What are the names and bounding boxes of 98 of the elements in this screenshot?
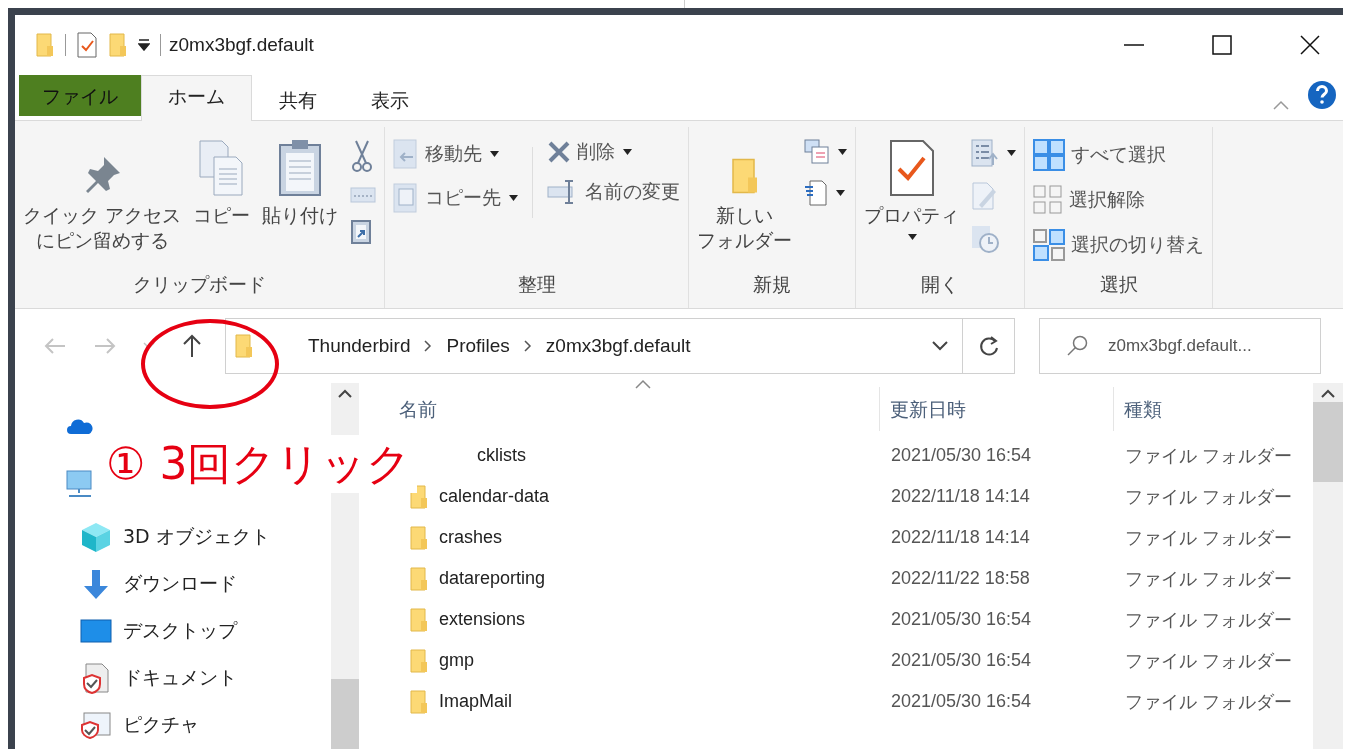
column-header[interactable]: 名前 bbox=[359, 387, 879, 431]
scissors-icon[interactable] bbox=[350, 139, 375, 173]
chevron-up-icon bbox=[1321, 389, 1335, 398]
picture-icon bbox=[79, 710, 113, 739]
checked-document-icon[interactable] bbox=[76, 31, 98, 59]
table-cell-text: 2022/11/22 18:58 bbox=[890, 568, 1031, 589]
chevron-down-icon[interactable] bbox=[932, 341, 949, 351]
collapse-ribbon-icon[interactable] bbox=[1273, 100, 1289, 110]
folder-icon bbox=[409, 524, 429, 551]
address-bar[interactable]: Thunderbird Profiles z0mx3bgf.default bbox=[225, 318, 964, 374]
table-cell-text: ファイル フォルダー bbox=[1124, 526, 1293, 550]
file-name[interactable]: datareporting bbox=[439, 568, 546, 589]
search-box[interactable]: z0mx3bgf.default... bbox=[1039, 318, 1321, 374]
clipboard-icon bbox=[278, 137, 323, 197]
shortcut-paste-icon[interactable] bbox=[350, 217, 373, 245]
ribbon-button[interactable] bbox=[802, 137, 850, 167]
scrollbar-thumb[interactable] bbox=[1313, 402, 1343, 482]
move-to-icon bbox=[393, 139, 420, 169]
select-none-icon bbox=[1033, 185, 1064, 215]
file-name[interactable]: calendar-data bbox=[439, 486, 550, 507]
column-header[interactable]: 更新日時 bbox=[879, 387, 1113, 431]
ribbon-tab[interactable]: 表示 bbox=[344, 79, 436, 120]
sort-ascending-icon bbox=[635, 379, 651, 389]
ribbon-button[interactable]: 選択解除 bbox=[1031, 183, 1207, 217]
table-cell-text: ファイル フォルダー bbox=[1124, 608, 1293, 632]
ribbon-button[interactable]: コピー先 bbox=[391, 181, 521, 215]
ribbon-button[interactable]: 貼り付け bbox=[260, 131, 341, 268]
group-label: クリップボード bbox=[132, 272, 267, 297]
breadcrumb[interactable]: Profiles bbox=[446, 335, 510, 357]
chevron-right-icon[interactable] bbox=[424, 340, 433, 352]
select-all-icon bbox=[1033, 139, 1066, 171]
refresh-icon bbox=[977, 335, 1000, 357]
ribbon-button[interactable]: 移動先 bbox=[391, 137, 521, 171]
ribbon-button[interactable]: 新しい フォルダー bbox=[695, 131, 795, 268]
folder-icon bbox=[409, 606, 429, 633]
help-icon[interactable] bbox=[1307, 80, 1337, 110]
group-label: 開く bbox=[920, 272, 961, 297]
table-cell-text: 2021/05/30 16:54 bbox=[890, 650, 1033, 671]
ribbon-button[interactable]: 選択の切り替え bbox=[1031, 227, 1207, 263]
easy-access-icon bbox=[804, 179, 829, 207]
ribbon-tab[interactable]: ホーム bbox=[141, 75, 252, 121]
folder-icon bbox=[234, 333, 254, 359]
table-cell-text: ファイル フォルダー bbox=[1124, 649, 1293, 673]
customize-caret-icon[interactable] bbox=[138, 39, 150, 51]
copy-icon bbox=[197, 139, 246, 197]
table-cell-text: 2022/11/18 14:14 bbox=[890, 486, 1031, 507]
group-label: 新規 bbox=[752, 272, 793, 297]
ribbon-button[interactable]: すべて選択 bbox=[1031, 137, 1207, 173]
list-icon bbox=[971, 139, 1000, 167]
breadcrumb[interactable]: z0mx3bgf.default bbox=[545, 335, 691, 357]
table-cell-text: 2021/05/30 16:54 bbox=[890, 609, 1033, 630]
table-cell-text: 2021/05/30 16:54 bbox=[890, 445, 1033, 466]
nav-item[interactable]: ダウンロード bbox=[63, 560, 331, 607]
table-cell-text: ファイル フォルダー bbox=[1124, 690, 1293, 714]
copy-to-icon bbox=[393, 183, 420, 213]
breadcrumb[interactable]: Thunderbird bbox=[308, 335, 411, 357]
nav-item[interactable]: ドキュメント bbox=[63, 654, 331, 701]
file-name[interactable]: ImapMail bbox=[439, 691, 513, 712]
chevron-up-icon bbox=[338, 389, 352, 398]
group-label: 選択 bbox=[1098, 272, 1139, 297]
ribbon-tab[interactable]: 共有 bbox=[252, 79, 344, 120]
delete-icon bbox=[547, 140, 572, 164]
chevron-right-icon[interactable] bbox=[523, 340, 532, 352]
ribbon-button[interactable]: プロパティ bbox=[862, 131, 962, 268]
file-name[interactable]: extensions bbox=[439, 609, 526, 630]
ribbon-button[interactable]: 名前の変更 bbox=[545, 177, 683, 207]
checked-document-icon bbox=[888, 139, 935, 197]
nav-item[interactable]: デスクトップ bbox=[63, 607, 331, 654]
ribbon-button[interactable]: コピー bbox=[191, 131, 253, 268]
ribbon-button[interactable]: 削除 bbox=[545, 137, 683, 167]
folder-icon bbox=[409, 688, 429, 715]
close-icon[interactable] bbox=[1299, 34, 1321, 56]
file-tab[interactable]: ファイル bbox=[19, 75, 141, 116]
table-cell-text: ファイル フォルダー bbox=[1124, 485, 1293, 509]
maximize-icon[interactable] bbox=[1211, 34, 1233, 56]
nav-item[interactable]: 3D オブジェクト bbox=[63, 513, 331, 560]
refresh-button[interactable] bbox=[962, 318, 1015, 374]
file-name[interactable]: crashes bbox=[439, 527, 503, 548]
cube-icon bbox=[79, 520, 113, 553]
file-name[interactable]: cklists bbox=[477, 445, 526, 466]
table-cell-text: 2022/11/18 14:14 bbox=[890, 527, 1031, 548]
group-label: 整理 bbox=[516, 272, 557, 297]
desktop-icon bbox=[79, 618, 113, 643]
table-cell-text: 2021/05/30 16:54 bbox=[890, 691, 1033, 712]
file-name[interactable]: gmp bbox=[439, 650, 474, 671]
folder-icon bbox=[409, 647, 429, 674]
search-field[interactable]: z0mx3bgf.default... bbox=[1106, 335, 1310, 357]
ribbon-button[interactable]: クイック アクセス にピン留めする bbox=[21, 131, 184, 268]
nav-item[interactable]: ピクチャ bbox=[63, 701, 331, 748]
search-icon[interactable] bbox=[1066, 335, 1088, 357]
ribbon-button[interactable] bbox=[969, 137, 1019, 169]
invert-selection-icon bbox=[1033, 229, 1066, 261]
new-item-icon bbox=[804, 139, 831, 165]
window-title: z0mx3bgf.default bbox=[169, 34, 314, 56]
table-cell-text: ファイル フォルダー bbox=[1124, 567, 1293, 591]
folder-icon bbox=[409, 565, 429, 592]
scrollbar-thumb[interactable] bbox=[331, 679, 359, 749]
table-cell-text: ファイル フォルダー bbox=[1124, 444, 1293, 468]
